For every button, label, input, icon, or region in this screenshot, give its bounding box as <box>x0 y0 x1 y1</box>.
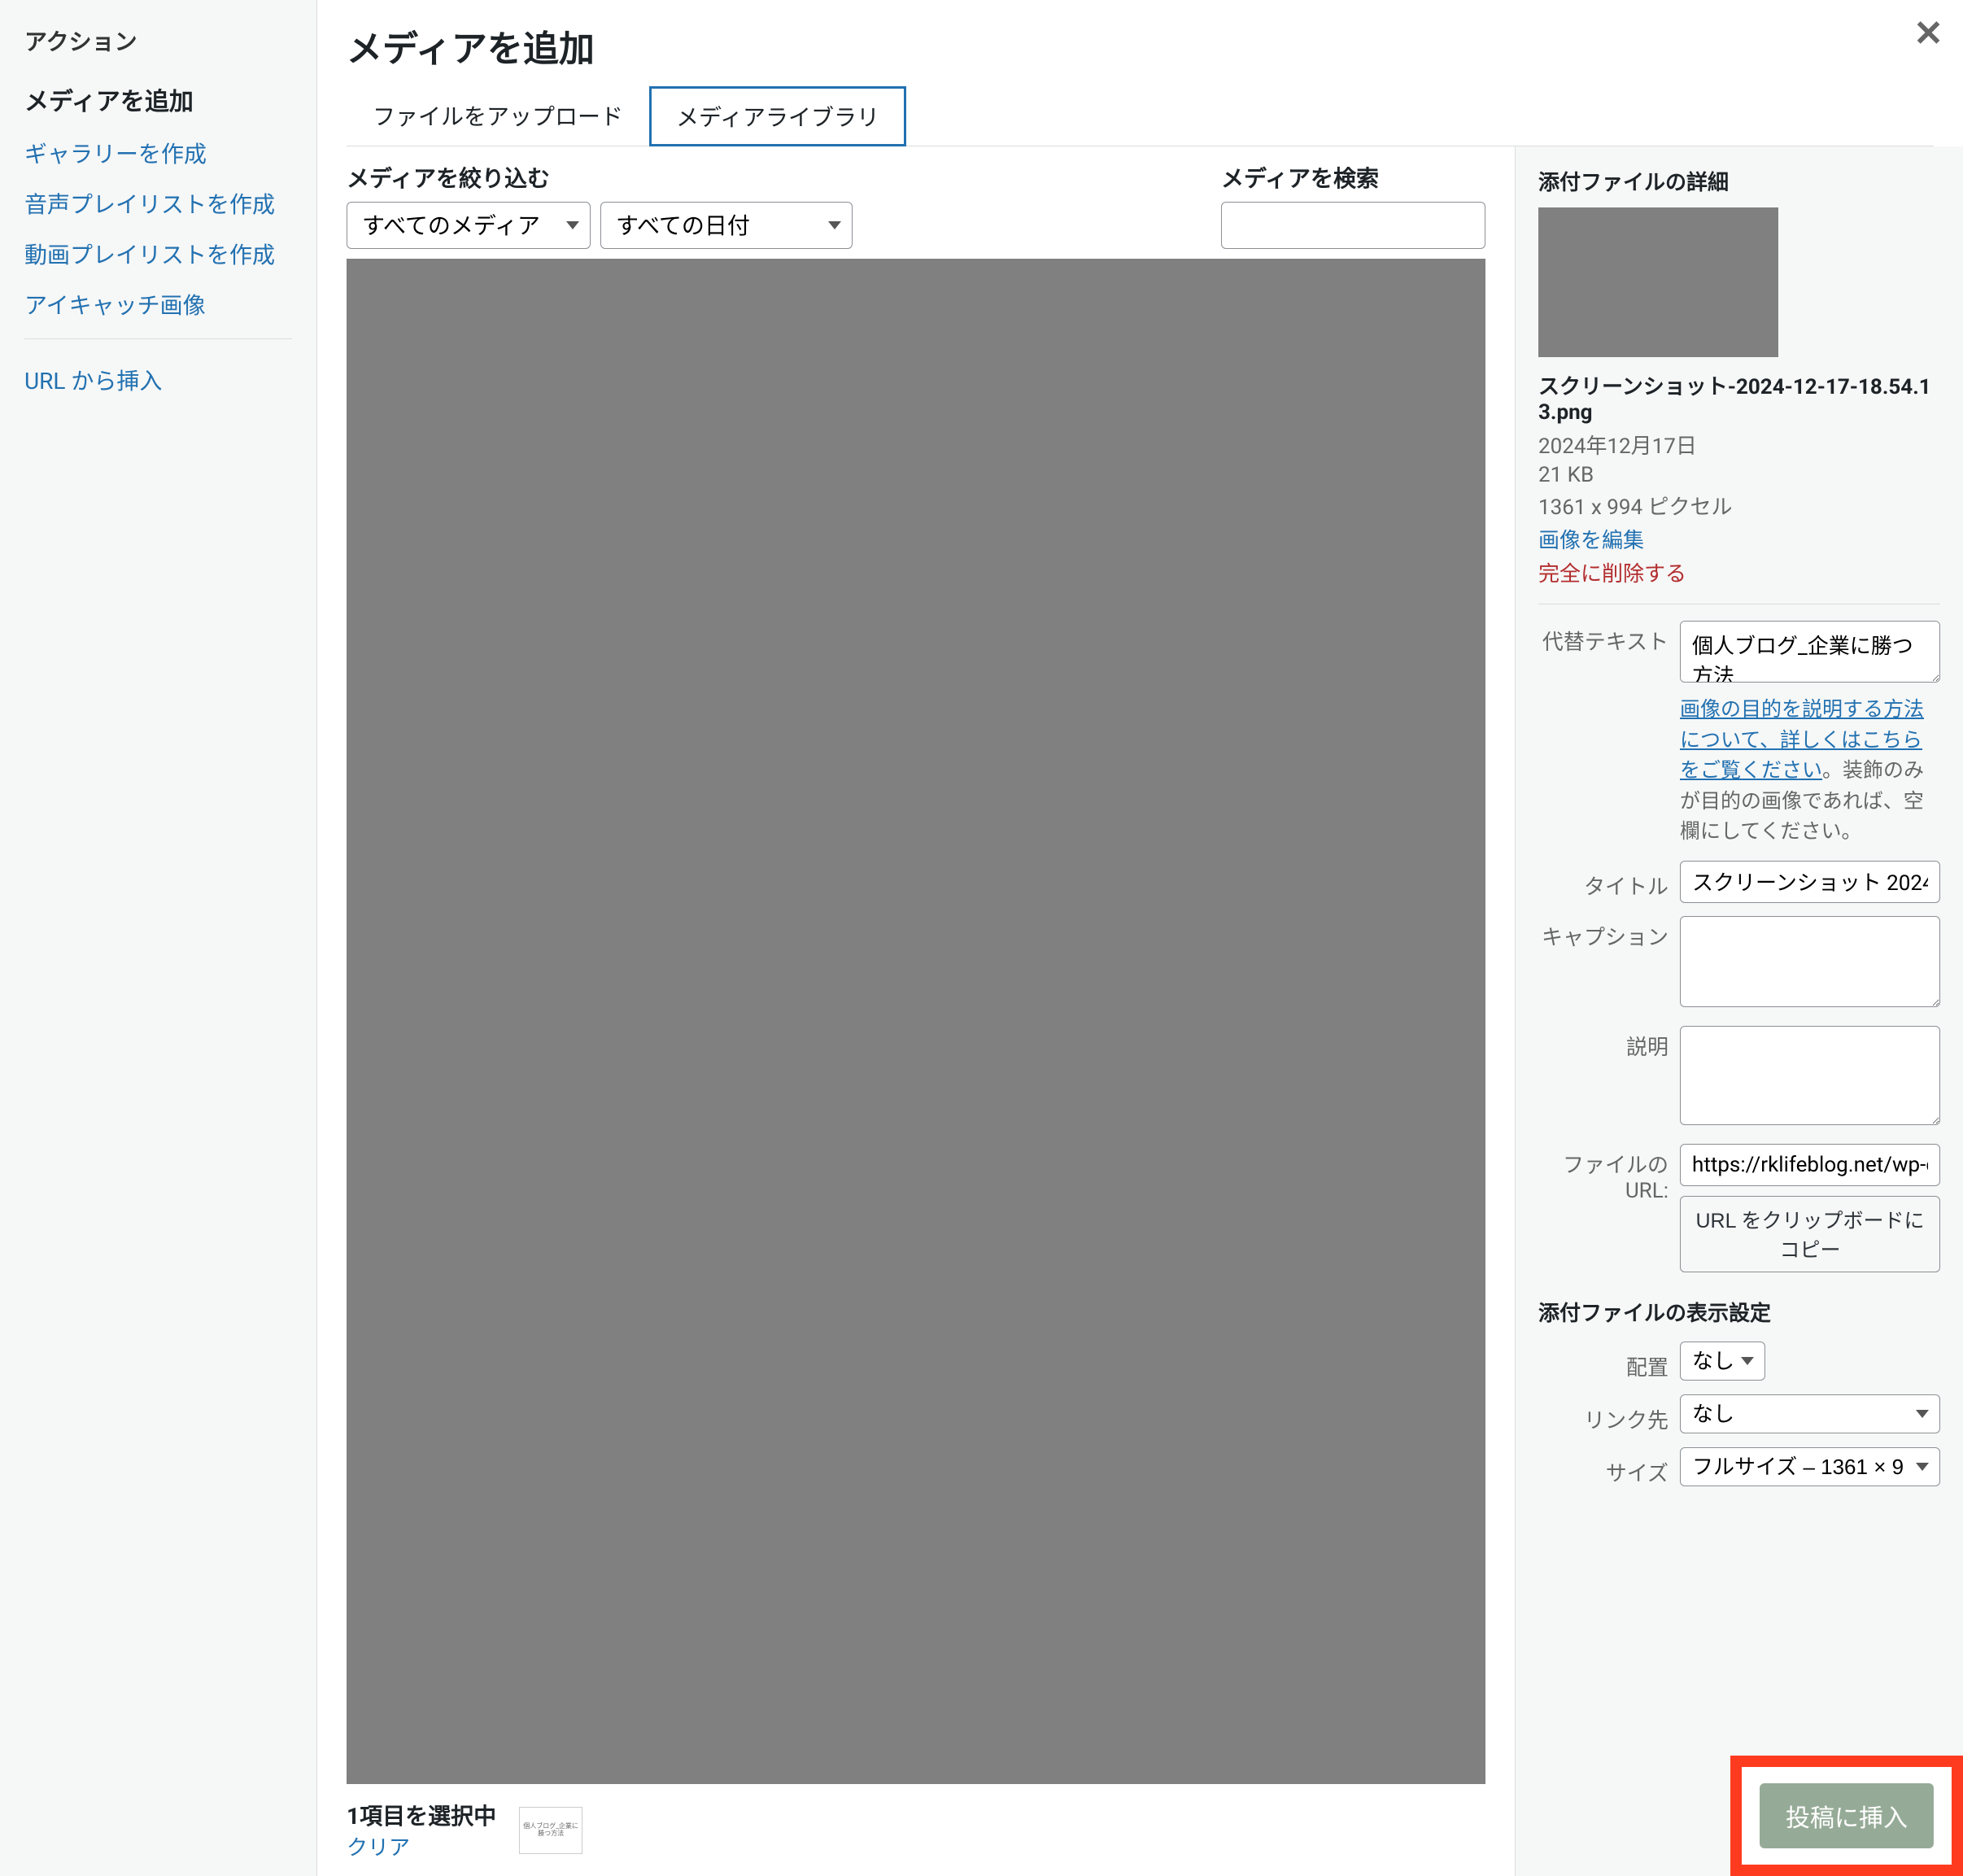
sidebar-link-featured-image[interactable]: アイキャッチ画像 <box>24 288 292 321</box>
sidebar-link-gallery[interactable]: ギャラリーを作成 <box>24 137 292 169</box>
media-library: メディアを絞り込む すべてのメディア すべての日付 <box>317 146 1516 1876</box>
insert-into-post-button[interactable]: 投稿に挿入 <box>1760 1783 1934 1848</box>
filter-date-select[interactable]: すべての日付 <box>600 202 853 249</box>
description-label: 説明 <box>1538 1026 1669 1061</box>
filter-bar: メディアを絞り込む すべてのメディア すべての日付 <box>317 146 1515 259</box>
details-heading: 添付ファイルの詳細 <box>1538 166 1940 196</box>
copy-url-button[interactable]: URL をクリップボードにコピー <box>1680 1196 1940 1272</box>
sidebar-link-url-insert[interactable]: URL から挿入 <box>24 364 292 396</box>
title-input[interactable] <box>1680 861 1940 903</box>
sidebar: アクション メディアを追加 ギャラリーを作成 音声プレイリストを作成 動画プレイ… <box>0 0 317 1876</box>
sidebar-title: メディアを追加 <box>24 81 292 117</box>
file-url-input[interactable] <box>1680 1144 1940 1186</box>
selection-bar: 1項目を選択中 クリア 個人ブログ_企業に勝つ方法 <box>317 1784 1515 1876</box>
selection-count: 1項目を選択中 <box>347 1799 496 1831</box>
attachment-details: 添付ファイルの詳細 スクリーンショット-2024-12-17-18.54.13.… <box>1516 146 1963 1876</box>
search-input[interactable] <box>1221 202 1485 249</box>
caption-label: キャプション <box>1538 916 1669 951</box>
details-dimensions: 1361 x 994 ピクセル <box>1538 491 1940 521</box>
sidebar-link-video-playlist[interactable]: 動画プレイリストを作成 <box>24 238 292 270</box>
file-url-label: ファイルの URL: <box>1538 1144 1669 1203</box>
close-icon[interactable]: ✕ <box>1913 13 1943 55</box>
insert-highlight: 投稿に挿入 <box>1730 1756 1963 1876</box>
tab-library[interactable]: メディアライブラリ <box>649 86 906 146</box>
main: ✕ メディアを追加 ファイルをアップロード メディアライブラリ メディアを絞り込… <box>317 0 1963 1876</box>
clear-selection-link[interactable]: クリア <box>347 1831 496 1861</box>
size-select[interactable]: フルサイズ – 1361 × 9 <box>1680 1447 1940 1486</box>
size-label: サイズ <box>1538 1447 1669 1487</box>
media-grid[interactable] <box>347 259 1485 1784</box>
filter-heading: メディアを絞り込む <box>347 161 853 194</box>
alt-text-input[interactable]: 個人ブログ_企業に勝つ方法 <box>1680 621 1940 683</box>
sidebar-divider <box>24 338 292 339</box>
details-thumbnail <box>1538 207 1778 357</box>
filter-media-type-select[interactable]: すべてのメディア <box>347 202 591 249</box>
tabs: ファイルをアップロード メディアライブラリ <box>347 86 1934 146</box>
tab-upload[interactable]: ファイルをアップロード <box>347 86 649 146</box>
header: ✕ メディアを追加 ファイルをアップロード メディアライブラリ <box>317 0 1963 146</box>
details-filename: スクリーンショット-2024-12-17-18.54.13.png <box>1538 370 1940 425</box>
details-filesize: 21 KB <box>1538 463 1940 487</box>
details-date: 2024年12月17日 <box>1538 430 1940 460</box>
linkto-select[interactable]: なし <box>1680 1394 1940 1433</box>
linkto-label: リンク先 <box>1538 1394 1669 1434</box>
display-settings-heading: 添付ファイルの表示設定 <box>1538 1297 1940 1327</box>
alt-help-text: 画像の目的を説明する方法について、詳しくはこちらをご覧ください。装飾のみが目的の… <box>1680 695 1940 848</box>
delete-permanently-link[interactable]: 完全に削除する <box>1538 557 1940 587</box>
alt-text-label: 代替テキスト <box>1538 621 1669 656</box>
description-input[interactable] <box>1680 1026 1940 1125</box>
edit-image-link[interactable]: 画像を編集 <box>1538 524 1940 554</box>
caption-input[interactable] <box>1680 916 1940 1007</box>
header-title: メディアを追加 <box>347 20 1934 72</box>
align-select[interactable]: なし <box>1680 1342 1765 1381</box>
sidebar-actions-heading: アクション <box>24 24 292 57</box>
selected-thumbnail[interactable]: 個人ブログ_企業に勝つ方法 <box>519 1807 582 1854</box>
title-label: タイトル <box>1538 861 1669 901</box>
align-label: 配置 <box>1538 1342 1669 1381</box>
sidebar-link-audio-playlist[interactable]: 音声プレイリストを作成 <box>24 187 292 220</box>
search-heading: メディアを検索 <box>1221 161 1485 194</box>
